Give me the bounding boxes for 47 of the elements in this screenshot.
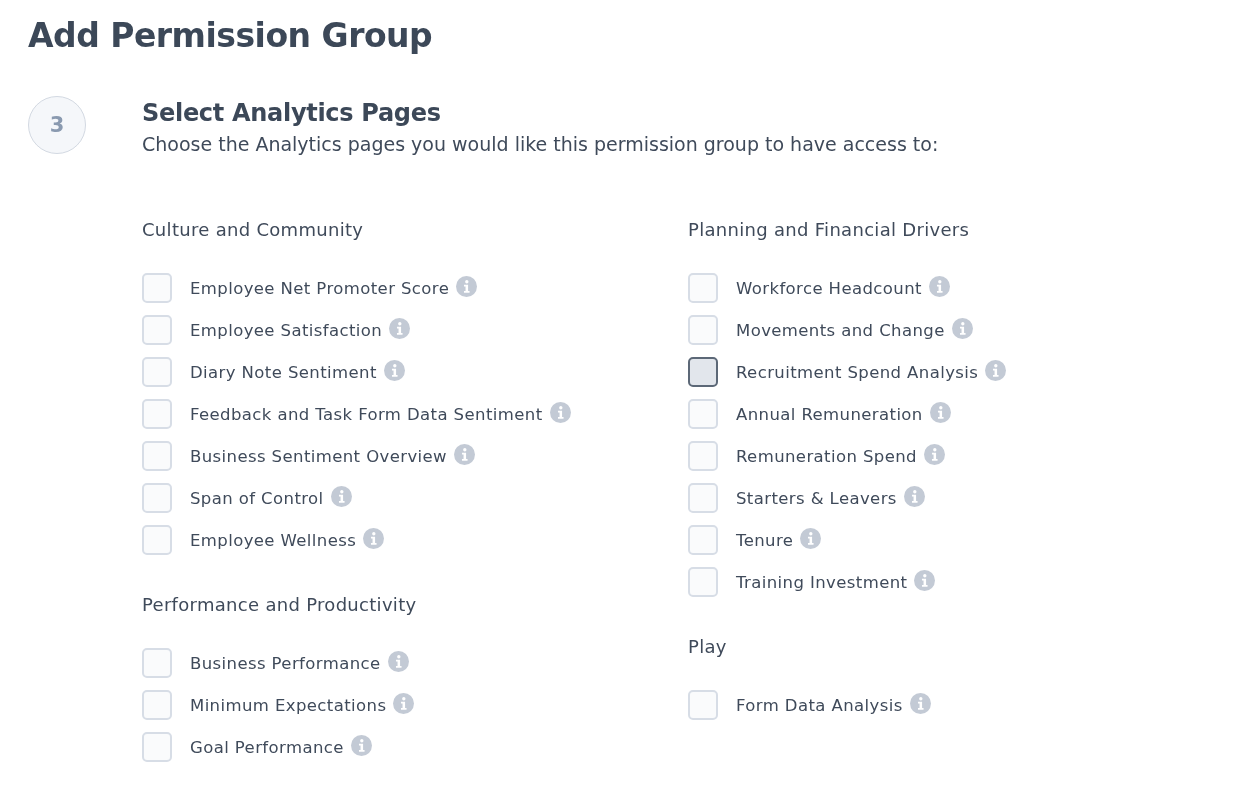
checkbox-label: Feedback and Task Form Data Sentiment [190,404,543,424]
info-icon[interactable] [389,317,411,339]
info-icon[interactable] [985,359,1007,381]
checkbox-label: Employee Net Promoter Score [190,278,450,298]
info-icon[interactable] [800,527,822,549]
step-description: Choose the Analytics pages you would like this permission group to have access to: [142,132,939,157]
info-icon[interactable] [454,443,476,465]
info-icon[interactable] [924,443,945,465]
info-icon[interactable] [363,527,385,549]
checkbox-label: Minimum Expectations [190,695,387,715]
info-icon[interactable] [929,401,951,423]
info-icon[interactable] [350,734,372,756]
checkbox-label: Workforce Headcount [736,278,922,298]
group-heading: Play [688,635,728,659]
info-icon[interactable] [928,275,950,297]
checkbox-label: Diary Note Sentiment [190,362,377,382]
checkbox-label: Recruitment Spend Analysis [736,362,979,382]
checkbox-label: Remuneration Spend [736,446,917,466]
checkbox-label: Business Performance [190,653,381,673]
checkbox-label: Span of Control [190,488,324,508]
info-icon[interactable] [903,485,925,507]
checkbox-label: Employee Wellness [190,530,357,550]
checkbox[interactable] [688,357,718,387]
group-heading: Performance and Productivity [142,593,418,617]
info-icon[interactable] [383,359,405,381]
checkbox-label: Employee Satisfaction [190,320,383,340]
checkbox-label: Tenure [736,530,794,550]
info-icon[interactable] [914,569,936,591]
page-title: Add Permission Group [28,15,434,57]
info-icon[interactable] [951,317,973,339]
checkbox-label: Goal Performance [190,737,344,757]
checkbox-label: Business Sentiment Overview [190,446,448,466]
checkbox-label: Training Investment [736,572,908,592]
checkbox-label: Starters & Leavers [736,488,897,508]
info-icon[interactable] [330,485,352,507]
info-icon[interactable] [387,650,409,672]
info-icon[interactable] [909,692,931,714]
group-heading: Planning and Financial Drivers [688,218,971,242]
checkbox-label: Form Data Analysis [736,695,903,715]
info-icon[interactable] [456,275,478,297]
step-number: 3 [28,96,86,154]
checkbox-label: Annual Remuneration [736,404,923,424]
info-icon[interactable] [393,692,415,714]
step-title: Select Analytics Pages [142,98,442,128]
group-heading: Culture and Community [142,218,365,242]
checkbox-label: Movements and Change [736,320,945,340]
info-icon[interactable] [549,401,571,423]
